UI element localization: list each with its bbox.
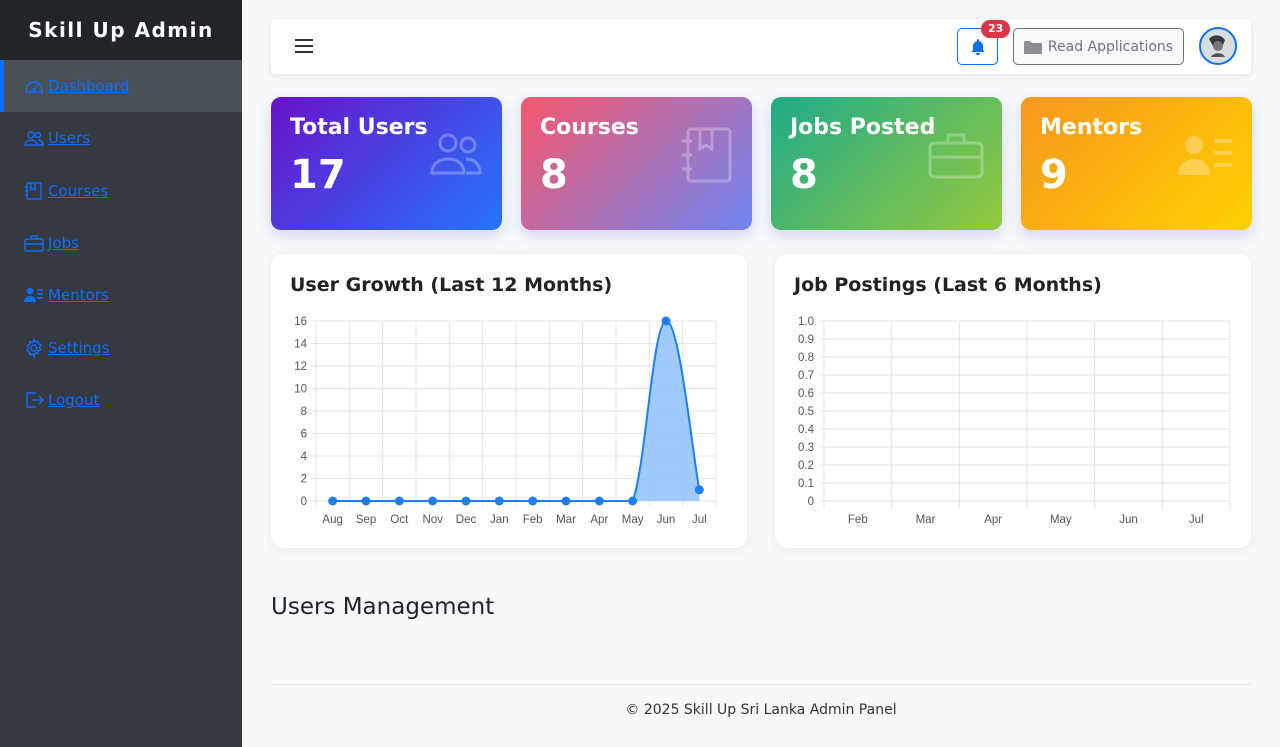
sidebar-item-settings[interactable]: Settings bbox=[0, 321, 242, 373]
sidebar-item-users[interactable]: Users bbox=[0, 112, 242, 164]
bell-icon bbox=[971, 38, 984, 55]
sidebar-item-courses[interactable]: Courses bbox=[0, 165, 242, 217]
menu-toggle-icon[interactable] bbox=[293, 35, 315, 57]
sidebar-item-label: Users bbox=[48, 129, 91, 148]
y-tick-label: 6 bbox=[301, 429, 307, 441]
y-tick-label: 0.6 bbox=[798, 388, 814, 400]
x-tick-label: Mar bbox=[916, 514, 936, 526]
y-tick-label: 0.8 bbox=[798, 352, 814, 364]
sidebar-item-dashboard[interactable]: Dashboard bbox=[0, 60, 242, 113]
y-tick-label: 16 bbox=[294, 316, 307, 328]
x-tick-label: Aug bbox=[322, 514, 342, 526]
avatar[interactable] bbox=[1199, 27, 1237, 65]
stat-card-jobs-posted: Jobs Posted 8 bbox=[771, 97, 1002, 230]
y-tick-label: 8 bbox=[301, 406, 307, 418]
y-tick-label: 0.4 bbox=[798, 424, 815, 436]
y-tick-label: 0.9 bbox=[798, 334, 814, 346]
users-management-title: Users Management bbox=[271, 594, 495, 620]
people-icon bbox=[24, 128, 44, 148]
x-tick-label: Mar bbox=[556, 514, 576, 526]
y-tick-label: 0 bbox=[301, 496, 307, 508]
topbar: 23 Read Applications bbox=[271, 19, 1251, 74]
data-point bbox=[628, 496, 638, 506]
brand-title: Skill Up Admin bbox=[0, 0, 242, 60]
x-tick-label: Jul bbox=[692, 514, 707, 526]
data-point bbox=[328, 496, 338, 506]
y-tick-label: 10 bbox=[294, 384, 307, 396]
data-point bbox=[561, 496, 571, 506]
y-tick-label: 0.7 bbox=[798, 370, 814, 382]
person-lines-icon bbox=[24, 285, 44, 305]
data-point bbox=[361, 496, 371, 506]
x-tick-label: May bbox=[622, 514, 644, 526]
sidebar-item-label: Settings bbox=[48, 338, 110, 357]
footer-divider bbox=[271, 684, 1251, 685]
user-growth-card: User Growth (Last 12 Months) 0 2 4 6 8 10 12 14… bbox=[271, 254, 747, 548]
data-point bbox=[594, 496, 604, 506]
x-tick-label: Feb bbox=[523, 514, 543, 526]
person-lines-icon bbox=[1178, 136, 1232, 175]
sidebar-item-label: Dashboard bbox=[48, 77, 130, 96]
x-tick-label: Sep bbox=[356, 514, 376, 526]
footer-text: © 2025 Skill Up Sri Lanka Admin Panel bbox=[625, 702, 897, 718]
logout-icon bbox=[24, 390, 44, 410]
sidebar-item-mentors[interactable]: Mentors bbox=[0, 269, 242, 321]
y-tick-label: 2 bbox=[301, 474, 307, 486]
data-point bbox=[694, 485, 704, 495]
briefcase-icon bbox=[24, 233, 44, 253]
read-applications-label: Read Applications bbox=[1047, 38, 1174, 55]
y-tick-label: 0.3 bbox=[798, 442, 814, 454]
y-tick-label: 0 bbox=[808, 496, 814, 508]
sidebar-item-label: Courses bbox=[48, 181, 109, 200]
x-tick-label: Apr bbox=[984, 514, 1002, 526]
x-tick-label: Nov bbox=[422, 514, 443, 526]
notification-badge: 23 bbox=[981, 20, 1011, 38]
x-tick-label: May bbox=[1050, 514, 1072, 526]
x-tick-label: Apr bbox=[590, 514, 608, 526]
book-icon bbox=[24, 181, 44, 201]
data-point bbox=[661, 316, 671, 326]
x-tick-label: Feb bbox=[848, 514, 868, 526]
stat-card-courses: Courses 8 bbox=[521, 97, 752, 230]
y-tick-label: 12 bbox=[294, 361, 307, 373]
gear-icon bbox=[24, 337, 44, 358]
data-point bbox=[494, 496, 504, 506]
sidebar-item-label: Mentors bbox=[48, 286, 109, 305]
y-tick-label: 14 bbox=[294, 339, 307, 351]
job-postings-chart: 0 0.1 0.2 0.3 0.4 0.5 0.6 0.7 0.8 0.9 1.0 Feb Mar Apr… bbox=[798, 316, 1231, 526]
y-tick-label: 0.2 bbox=[798, 460, 814, 472]
x-tick-label: Jan bbox=[490, 514, 509, 526]
sidebar-item-logout[interactable]: Logout bbox=[0, 374, 242, 426]
data-point bbox=[394, 496, 404, 506]
folder-icon bbox=[1023, 40, 1042, 54]
read-applications-button[interactable]: Read Applications bbox=[1013, 28, 1184, 65]
x-tick-label: Dec bbox=[456, 514, 477, 526]
y-tick-label: 1.0 bbox=[798, 316, 814, 328]
x-tick-label: Jun bbox=[1119, 514, 1138, 526]
stat-card-mentors: Mentors 9 bbox=[1021, 97, 1252, 230]
data-point bbox=[528, 496, 538, 506]
sidebar-item-label: Logout bbox=[48, 390, 100, 409]
x-tick-label: Jul bbox=[1189, 514, 1204, 526]
people-icon bbox=[430, 133, 482, 175]
sidebar-item-jobs[interactable]: Jobs bbox=[0, 217, 242, 269]
briefcase-icon bbox=[928, 133, 984, 179]
y-tick-label: 0.5 bbox=[798, 406, 814, 418]
x-tick-label: Jun bbox=[657, 514, 676, 526]
x-tick-label: Oct bbox=[390, 514, 409, 526]
job-postings-card: Job Postings (Last 6 Months) 0 0.1 0.2 0.3 0… bbox=[775, 254, 1251, 548]
data-point bbox=[428, 496, 438, 506]
user-growth-chart: 0 2 4 6 8 10 12 14 16 Aug Sep Oct Nov Dec Jan Feb Mar Apr… bbox=[294, 316, 717, 526]
sidebar-item-label: Jobs bbox=[48, 234, 79, 253]
y-tick-label: 4 bbox=[301, 451, 308, 463]
speedometer-icon bbox=[24, 76, 44, 96]
data-point bbox=[461, 496, 471, 506]
y-tick-label: 0.1 bbox=[798, 478, 814, 490]
journal-icon bbox=[682, 127, 732, 183]
sidebar: Skill Up Admin Dashboard Users Courses J… bbox=[0, 0, 242, 747]
sidebar-nav: Dashboard Users Courses Jobs Mentors Set… bbox=[0, 60, 242, 426]
stat-card-total-users: Total Users 17 bbox=[271, 97, 502, 230]
